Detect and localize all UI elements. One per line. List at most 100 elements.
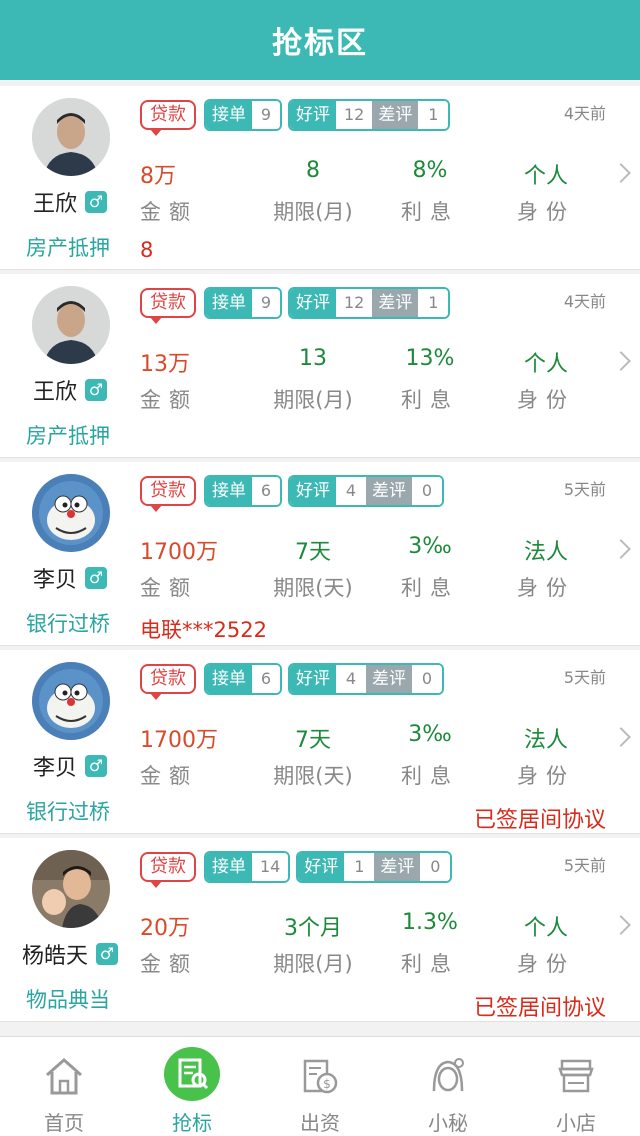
tab-home[interactable]: 首页 (0, 1037, 128, 1136)
user-name-row: 杨皓天 ♂ (0, 938, 140, 970)
loan-category: 物品典当 (26, 988, 110, 1012)
bid-card[interactable]: 李贝 ♂ 银行过桥 贷款 接单 6 好评 4 差评 0 5天前 1700万 7天… (0, 462, 640, 646)
period-value: 7天 (295, 728, 331, 753)
loan-type-tag: 贷款 (140, 100, 196, 136)
accept-badge: 接单 6 (204, 663, 282, 695)
period-value: 7天 (295, 540, 331, 565)
user-name: 王欣 (32, 192, 77, 217)
values-row: 8万 8 8% 个人 (140, 158, 606, 189)
tab-bid[interactable]: 抢标 (128, 1037, 256, 1136)
bad-label: 差评 (372, 101, 419, 129)
avatar[interactable] (32, 850, 110, 928)
bad-count: 0 (420, 853, 451, 881)
accept-badge: 接单 6 (204, 475, 282, 507)
home-icon (38, 1051, 90, 1101)
chevron-right-icon[interactable] (611, 351, 631, 371)
bad-count: 0 (412, 477, 442, 505)
post-time: 4天前 (563, 104, 606, 123)
identity-label: 身份 (517, 388, 575, 412)
period-label: 期限(天) (273, 764, 353, 788)
rate-value: 1.3% (402, 910, 458, 935)
good-label: 好评 (290, 665, 336, 693)
agreement-status: 已签居间协议 (473, 808, 606, 833)
labels-row: 金额 期限(天) 利息 身份 (140, 572, 606, 602)
good-label: 好评 (290, 289, 336, 317)
rate-value: 13% (405, 346, 455, 371)
accept-count: 9 (252, 101, 280, 129)
chevron-right-icon[interactable] (611, 915, 631, 935)
good-count: 12 (336, 101, 373, 129)
loan-category: 房产抵押 (26, 236, 110, 260)
accept-badge: 接单 9 (204, 99, 282, 131)
bad-count: 1 (418, 289, 449, 317)
rating-badge: 好评 12 差评 1 (288, 287, 451, 319)
avatar[interactable] (32, 474, 110, 552)
user-name-row: 李贝 ♂ (0, 562, 140, 594)
bad-label: 差评 (366, 477, 412, 505)
bid-card[interactable]: 王欣 ♂ 房产抵押 贷款 接单 9 好评 12 差评 1 4天前 13万 13 … (0, 274, 640, 458)
male-icon: ♂ (85, 567, 107, 589)
rating-badge: 好评 4 差评 0 (288, 475, 444, 507)
good-label: 好评 (290, 477, 336, 505)
accept-label: 接单 (206, 101, 252, 129)
accept-badge: 接单 14 (204, 851, 291, 883)
accept-count: 14 (252, 853, 289, 881)
amount-value: 1700万 (140, 728, 218, 753)
avatar[interactable] (32, 98, 110, 176)
chevron-right-icon[interactable] (611, 163, 631, 183)
user-name: 王欣 (32, 380, 77, 405)
loan-type-tag: 贷款 (140, 476, 196, 512)
good-count: 4 (336, 665, 366, 693)
user-name: 李贝 (32, 568, 77, 593)
identity-label: 身份 (517, 200, 575, 224)
labels-row: 金额 期限(天) 利息 身份 (140, 760, 606, 790)
user-name-row: 王欣 ♂ (0, 374, 140, 406)
post-time: 5天前 (563, 668, 606, 687)
bad-label: 差评 (372, 289, 419, 317)
good-count: 4 (336, 477, 366, 505)
user-name: 李贝 (32, 756, 77, 781)
avatar[interactable] (32, 662, 110, 740)
tab-label: 出资 (300, 1111, 340, 1135)
rate-value: 3‰ (408, 722, 452, 747)
bid-card[interactable]: 杨皓天 ♂ 物品典当 贷款 接单 14 好评 1 差评 0 5天前 20万 3个… (0, 838, 640, 1022)
accept-count: 6 (252, 477, 280, 505)
accept-badge: 接单 9 (204, 287, 282, 319)
rate-label: 利息 (401, 952, 459, 976)
tag-row: 贷款 接单 6 好评 4 差评 0 (140, 474, 444, 512)
labels-row: 金额 期限(月) 利息 身份 (140, 948, 606, 978)
tab-invest[interactable]: $ 出资 (256, 1037, 384, 1136)
accept-count: 9 (252, 289, 280, 317)
period-label: 期限(天) (273, 576, 353, 600)
user-name-row: 李贝 ♂ (0, 750, 140, 782)
rating-badge: 好评 12 差评 1 (288, 99, 451, 131)
tab-label: 抢标 (172, 1111, 212, 1135)
svg-text:$: $ (323, 1077, 331, 1091)
chevron-right-icon[interactable] (611, 539, 631, 559)
accept-label: 接单 (206, 289, 252, 317)
values-row: 13万 13 13% 个人 (140, 346, 606, 377)
values-row: 1700万 7天 3‰ 法人 (140, 534, 606, 565)
card-note: 电联***2522 (140, 618, 267, 642)
amount-value: 1700万 (140, 540, 218, 565)
tab-secretary[interactable]: 小秘 (384, 1037, 512, 1136)
amount-label: 金额 (140, 388, 198, 412)
tab-shop[interactable]: 小店 (512, 1037, 640, 1136)
user-name: 杨皓天 (21, 944, 88, 969)
bid-card[interactable]: 王欣 ♂ 房产抵押 贷款 接单 9 好评 12 差评 1 4天前 8万 8 8%… (0, 86, 640, 270)
good-count: 12 (336, 289, 373, 317)
identity-value: 法人 (523, 728, 569, 753)
bad-count: 0 (412, 665, 442, 693)
bid-list: 王欣 ♂ 房产抵押 贷款 接单 9 好评 12 差评 1 4天前 8万 8 8%… (0, 86, 640, 1026)
labels-row: 金额 期限(月) 利息 身份 (140, 196, 606, 226)
male-icon: ♂ (96, 943, 118, 965)
bid-card[interactable]: 李贝 ♂ 银行过桥 贷款 接单 6 好评 4 差评 0 5天前 1700万 7天… (0, 650, 640, 834)
identity-value: 个人 (523, 164, 569, 189)
tab-label: 小秘 (428, 1111, 468, 1135)
rate-value: 8% (412, 158, 448, 183)
bid-icon (164, 1047, 220, 1101)
chevron-right-icon[interactable] (611, 727, 631, 747)
avatar[interactable] (32, 286, 110, 364)
loan-type-tag: 贷款 (140, 852, 196, 888)
post-time: 4天前 (563, 292, 606, 311)
